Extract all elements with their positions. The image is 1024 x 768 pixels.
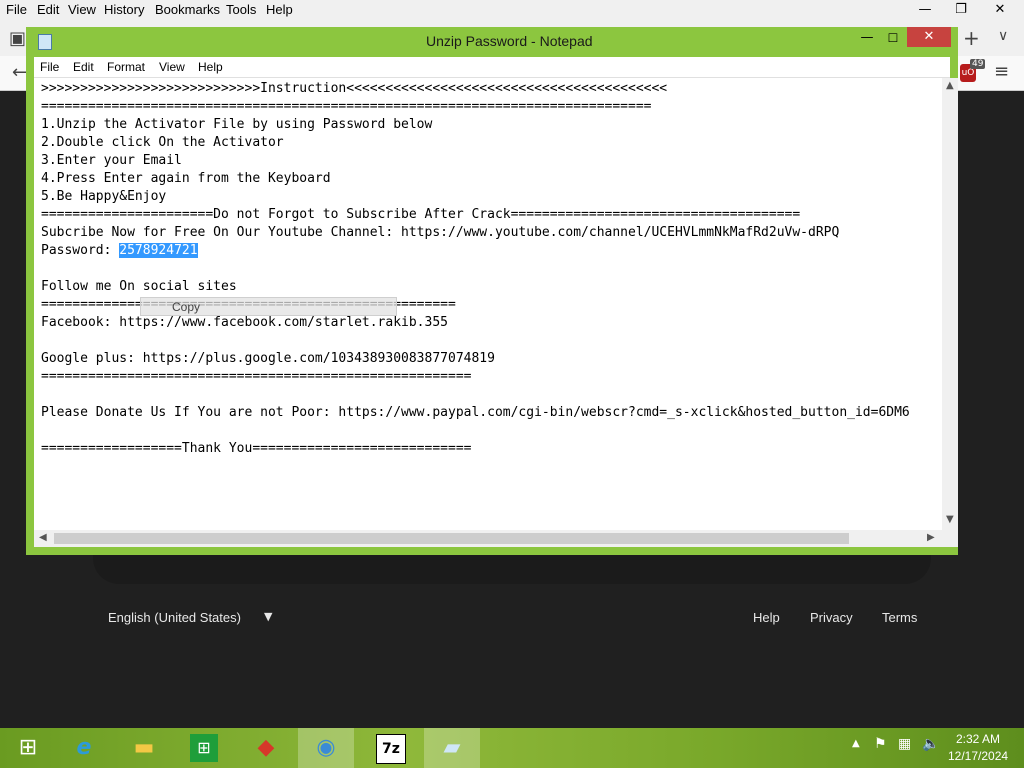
volume-icon[interactable]: 🔈 xyxy=(922,736,939,752)
horizontal-scrollbar[interactable]: ◀ ▶ xyxy=(34,530,942,547)
footer-help-link[interactable]: Help xyxy=(753,610,780,625)
text-line: 5.Be Happy&Enjoy xyxy=(41,189,167,204)
hamburger-menu-icon[interactable]: ≡ xyxy=(994,61,1009,82)
new-tab-icon[interactable]: + xyxy=(963,26,980,50)
browser-restore-button[interactable]: ❐ xyxy=(946,0,976,20)
taskbar-app-red[interactable]: ◆ xyxy=(238,728,294,768)
text-line: ======================Do not Forgot to S… xyxy=(41,207,801,222)
np-menu-format[interactable]: Format xyxy=(107,60,145,74)
window-title: Unzip Password - Notepad xyxy=(426,33,593,49)
menu-help[interactable]: Help xyxy=(266,2,293,17)
scroll-left-icon[interactable]: ◀ xyxy=(39,532,47,543)
notepad-icon xyxy=(38,34,52,50)
taskbar-globe[interactable]: ◉ xyxy=(298,728,354,768)
menu-history[interactable]: History xyxy=(104,2,144,17)
taskbar-store[interactable]: ⊞ xyxy=(176,728,232,768)
browser-minimize-button[interactable]: — xyxy=(910,0,940,20)
minimize-button[interactable]: — xyxy=(856,29,878,49)
back-arrow-icon[interactable]: ← xyxy=(12,62,27,83)
text-line: ========================================… xyxy=(41,99,652,114)
clock-time[interactable]: 2:32 AM xyxy=(948,732,1008,746)
tray-overflow-icon[interactable]: ▲ xyxy=(852,738,860,749)
footer-terms-link[interactable]: Terms xyxy=(882,610,917,625)
ublock-badge: 49 xyxy=(970,59,986,69)
windows-logo-icon: ⊞ xyxy=(18,735,38,760)
taskbar-notepad[interactable]: ▰ xyxy=(424,728,480,768)
np-menu-view[interactable]: View xyxy=(159,60,185,74)
internet-explorer-icon: e xyxy=(76,735,92,760)
notepad-taskbar-icon: ▰ xyxy=(443,735,461,760)
language-selector[interactable]: English (United States) xyxy=(108,610,241,625)
text-line: Subcribe Now for Free On Our Youtube Cha… xyxy=(41,225,840,240)
scroll-right-icon[interactable]: ▶ xyxy=(927,532,935,543)
text-line: Please Donate Us If You are not Poor: ht… xyxy=(41,405,910,420)
menu-file[interactable]: File xyxy=(6,2,27,17)
text-line: Google plus: https://plus.google.com/103… xyxy=(41,351,495,366)
chevron-down-icon[interactable]: ∨ xyxy=(998,28,1008,44)
menu-view[interactable]: View xyxy=(68,2,96,17)
maximize-button[interactable]: ☐ xyxy=(882,29,904,49)
network-icon[interactable]: ▦ xyxy=(898,736,911,752)
clock-date[interactable]: 12/17/2024 xyxy=(948,749,1008,763)
text-line: 4.Press Enter again from the Keyboard xyxy=(41,171,331,186)
text-line: 1.Unzip the Activator File by using Pass… xyxy=(41,117,433,132)
taskbar: ⊞ e ▬ ⊞ ◆ ◉ 7z ▰ xyxy=(0,728,1024,768)
scroll-down-icon[interactable]: ▼ xyxy=(946,514,954,525)
vertical-scrollbar[interactable]: ▲ ▼ xyxy=(942,78,958,530)
taskbar-explorer[interactable]: ▬ xyxy=(116,728,172,768)
text-line: 3.Enter your Email xyxy=(41,153,182,168)
password-line: Password: 2578924721 xyxy=(41,242,198,260)
taskbar-ie[interactable]: e xyxy=(56,728,112,768)
flag-icon[interactable]: ⚑ xyxy=(874,736,887,752)
notepad-window: Unzip Password - Notepad — ☐ ✕ File Edit… xyxy=(26,27,958,555)
horizontal-scroll-thumb[interactable] xyxy=(54,533,849,544)
text-line: >>>>>>>>>>>>>>>>>>>>>>>>>>>>Instruction<… xyxy=(41,81,668,96)
scroll-corner xyxy=(942,530,958,547)
red-app-icon: ◆ xyxy=(257,735,275,760)
text-line: Facebook: https://www.facebook.com/starl… xyxy=(41,315,448,330)
menu-bookmarks[interactable]: Bookmarks xyxy=(155,2,220,17)
password-label: Password: xyxy=(41,243,120,258)
text-line: ========================================… xyxy=(41,369,472,384)
notepad-menubar: File Edit Format View Help xyxy=(34,57,950,78)
browser-menubar: File Edit View History Bookmarks Tools H… xyxy=(0,0,1024,20)
copy-tooltip[interactable]: Copy xyxy=(140,297,397,316)
close-button[interactable]: ✕ xyxy=(907,27,951,47)
password-selection[interactable]: 2578924721 xyxy=(119,243,198,258)
start-button[interactable]: ⊞ xyxy=(0,728,56,768)
footer-privacy-link[interactable]: Privacy xyxy=(810,610,853,625)
store-icon: ⊞ xyxy=(190,734,218,762)
caret-down-icon[interactable]: ▼ xyxy=(264,610,272,623)
text-line: 2.Double click On the Activator xyxy=(41,135,284,150)
np-menu-edit[interactable]: Edit xyxy=(73,60,94,74)
browser-close-button[interactable]: ✕ xyxy=(982,0,1018,20)
tab-list-icon[interactable]: ▣ xyxy=(9,28,26,49)
taskbar-7zip[interactable]: 7z xyxy=(362,728,418,768)
folder-icon: ▬ xyxy=(133,735,155,760)
np-menu-help[interactable]: Help xyxy=(198,60,223,74)
text-line: ==================Thank You=============… xyxy=(41,441,472,456)
menu-tools[interactable]: Tools xyxy=(226,2,256,17)
scroll-up-icon[interactable]: ▲ xyxy=(946,80,954,91)
text-line: Follow me On social sites xyxy=(41,279,237,294)
7zip-icon: 7z xyxy=(376,734,406,764)
np-menu-file[interactable]: File xyxy=(40,60,59,74)
globe-icon: ◉ xyxy=(316,735,336,760)
menu-edit[interactable]: Edit xyxy=(37,2,59,17)
